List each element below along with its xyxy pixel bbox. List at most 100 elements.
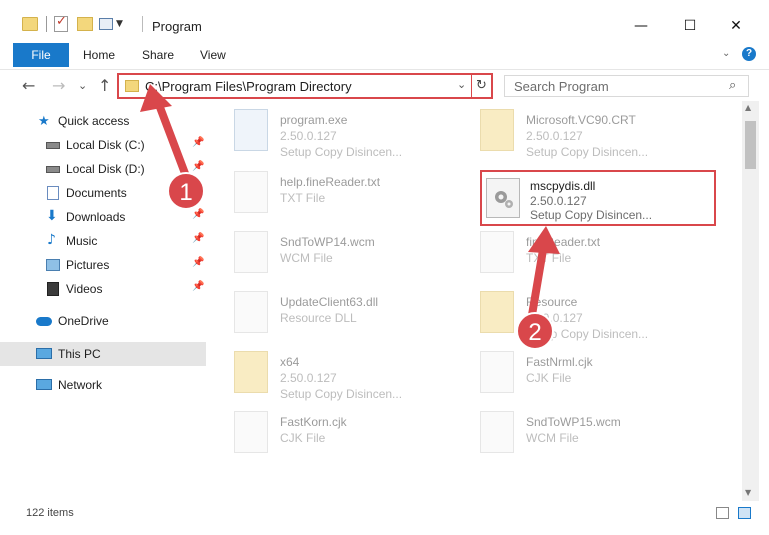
file-version: 2.50.0.127 xyxy=(530,194,587,208)
maximize-button[interactable]: ☐ xyxy=(670,12,710,40)
pin-icon[interactable]: 📌 xyxy=(192,161,204,172)
scrollbar-thumb[interactable] xyxy=(745,121,756,169)
sidebar-item-label: Music xyxy=(66,234,98,248)
drive-icon xyxy=(46,142,60,149)
file-item-fastnrml-cjk[interactable]: FastNrml.cjk CJK File xyxy=(456,343,706,399)
folder-icon xyxy=(480,291,514,333)
address-path[interactable]: C:\Program Files\Program Directory xyxy=(145,79,352,94)
file-name: fineReader.txt xyxy=(526,235,601,249)
file-item-fastkorn-cjk[interactable]: FastKorn.cjk CJK File xyxy=(210,403,460,459)
file-item-program-exe[interactable]: program.exe 2.50.0.127 Setup Copy Disinc… xyxy=(210,101,460,159)
large-icons-view-icon[interactable] xyxy=(738,507,751,519)
star-icon: ★ xyxy=(38,114,50,129)
file-item-x64[interactable]: x64 2.50.0.127 Setup Copy Disincen... xyxy=(210,343,460,401)
file-item-resource[interactable]: Resource 2.50.0.127 Setup Copy Disincen.… xyxy=(456,283,706,341)
back-button[interactable]: ← xyxy=(22,76,35,95)
recent-locations-chevron-icon[interactable]: ⌄ xyxy=(78,79,87,92)
pc-icon xyxy=(36,348,52,359)
sidebar-item-downloads[interactable]: ⬇ Downloads 📌 xyxy=(0,205,206,229)
expand-ribbon-chevron-icon[interactable]: ⌄ xyxy=(722,48,730,59)
sidebar-item-videos[interactable]: Videos 📌 xyxy=(0,277,206,301)
file-version: 2.50.0.127 xyxy=(280,129,337,143)
sidebar-item-label: Downloads xyxy=(66,210,126,224)
folder-icon xyxy=(234,351,268,393)
sidebar-item-local-disk-c[interactable]: Local Disk (C:) 📌 xyxy=(0,133,206,157)
sidebar-item-music[interactable]: ♪ Music 📌 xyxy=(0,229,206,253)
file-item-microsoft-vc90-crt[interactable]: Microsoft.VC90.CRT 2.50.0.127 Setup Copy… xyxy=(456,101,706,159)
downloads-icon: ⬇ xyxy=(46,208,58,224)
sidebar-item-network[interactable]: Network xyxy=(0,373,206,397)
up-button[interactable]: ↑ xyxy=(98,76,111,95)
file-list: program.exe 2.50.0.127 Setup Copy Disinc… xyxy=(210,101,742,501)
sidebar-item-label: This PC xyxy=(58,347,101,361)
pin-icon[interactable]: 📌 xyxy=(192,137,204,148)
scroll-up-arrow-icon[interactable]: ▲ xyxy=(745,103,751,112)
file-item-updateclient63-dll[interactable]: UpdateClient63.dll Resource DLL xyxy=(210,283,460,339)
forward-button[interactable]: → xyxy=(52,76,65,95)
minimize-button[interactable]: — xyxy=(621,12,661,40)
properties-check-icon[interactable] xyxy=(54,14,68,32)
file-type: TXT File xyxy=(280,191,326,205)
file-item-mscpydis-dll[interactable]: mscpydis.dll 2.50.0.127 Setup Copy Disin… xyxy=(480,170,716,226)
file-name: program.exe xyxy=(280,113,348,127)
sidebar-item-pictures[interactable]: Pictures 📌 xyxy=(0,253,206,277)
folder-icon[interactable] xyxy=(22,17,38,31)
sidebar-item-onedrive[interactable]: OneDrive xyxy=(0,309,206,333)
sidebar-item-label: OneDrive xyxy=(58,314,109,328)
file-name: Microsoft.VC90.CRT xyxy=(526,113,636,127)
sidebar-item-label: Local Disk (D:) xyxy=(66,162,145,176)
tab-view[interactable]: View xyxy=(200,43,226,67)
document-icon xyxy=(480,231,514,273)
file-version: 2.50.0.127 xyxy=(280,371,337,385)
search-placeholder: Search Program xyxy=(514,79,609,94)
navigation-pane: ★ Quick access Local Disk (C:) 📌 Local D… xyxy=(0,101,206,501)
refresh-button[interactable]: ↻ xyxy=(471,75,491,97)
pin-icon[interactable]: 📌 xyxy=(192,233,204,244)
address-bar[interactable]: C:\Program Files\Program Directory ⌄ ↻ xyxy=(117,73,493,99)
dll-gear-icon xyxy=(234,291,268,333)
sidebar-item-quick-access[interactable]: ★ Quick access xyxy=(0,109,206,133)
callout-badge-2: 2 xyxy=(516,312,554,350)
view-options-icon[interactable] xyxy=(99,18,113,30)
address-history-chevron-icon[interactable]: ⌄ xyxy=(457,78,466,91)
file-item-finereader-txt[interactable]: fineReader.txt TXT File xyxy=(456,223,706,279)
window-title: Program xyxy=(152,19,202,34)
file-description: Setup Copy Disincen... xyxy=(280,145,403,159)
file-description: Setup Copy Disincen... xyxy=(280,387,403,401)
search-icon[interactable]: ⌕ xyxy=(729,78,736,93)
file-item-sndtowp14-wcm[interactable]: SndToWP14.wcm WCM File xyxy=(210,223,460,279)
tab-share[interactable]: Share xyxy=(142,43,174,67)
close-button[interactable]: ✕ xyxy=(716,12,756,40)
sidebar-item-this-pc[interactable]: This PC xyxy=(0,342,206,366)
details-view-icon[interactable] xyxy=(716,507,729,519)
search-input[interactable]: Search Program ⌕ xyxy=(504,75,749,97)
file-name: Resource xyxy=(526,295,578,309)
file-type: Resource DLL xyxy=(280,311,357,325)
sidebar-item-label: Local Disk (C:) xyxy=(66,138,145,152)
pin-icon[interactable]: 📌 xyxy=(192,209,204,220)
callout-badge-1: 1 xyxy=(167,172,205,210)
vertical-scrollbar[interactable]: ▲ ▼ xyxy=(742,101,759,501)
document-icon xyxy=(234,411,268,453)
status-bar: 122 items xyxy=(0,501,769,535)
item-count: 122 items xyxy=(26,507,74,519)
network-icon xyxy=(36,379,52,390)
customize-toolbar-chevron-icon[interactable]: ▼ xyxy=(116,19,123,39)
help-icon[interactable]: ? xyxy=(742,47,756,61)
pin-icon[interactable]: 📌 xyxy=(192,257,204,268)
dll-gear-icon xyxy=(486,178,520,218)
file-name: SndToWP15.wcm xyxy=(526,415,621,429)
pin-icon[interactable]: 📌 xyxy=(192,281,204,292)
tab-file[interactable]: File xyxy=(13,43,69,67)
file-version: 2.50.0.127 xyxy=(526,129,583,143)
file-item-help-finereader-txt[interactable]: help.fineReader.txt TXT File xyxy=(210,163,460,219)
sidebar-item-label: Network xyxy=(58,378,103,392)
tab-home[interactable]: Home xyxy=(83,43,115,67)
folder-icon xyxy=(125,80,139,92)
file-type: TXT File xyxy=(526,251,572,265)
ribbon-tabs: File Home Share View ⌄ ? xyxy=(0,40,769,69)
new-folder-icon[interactable] xyxy=(77,17,93,31)
file-name: FastNrml.cjk xyxy=(526,355,593,369)
scroll-down-arrow-icon[interactable]: ▼ xyxy=(745,488,751,497)
file-item-sndtowp15-wcm[interactable]: SndToWP15.wcm WCM File xyxy=(456,403,706,459)
